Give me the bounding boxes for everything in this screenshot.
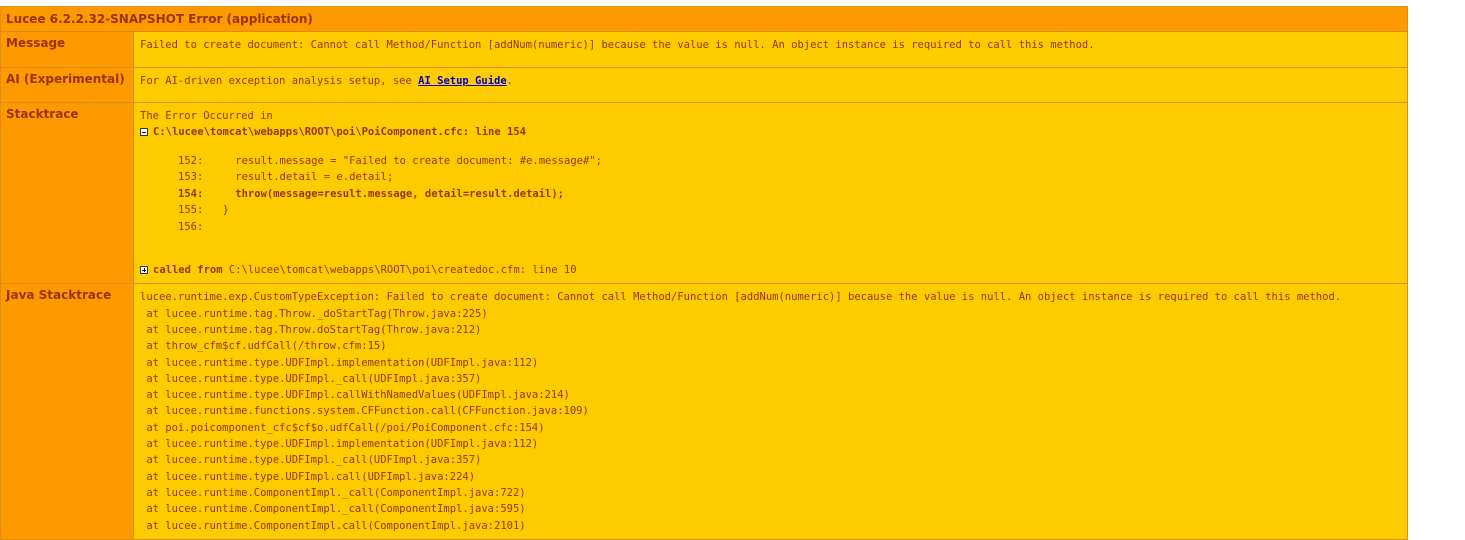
ai-label: AI (Experimental) (0, 67, 134, 103)
code-line: 156: (178, 219, 1402, 236)
java-stacktrace-line: at lucee.runtime.type.UDFImpl._call(UDFI… (140, 372, 482, 385)
java-stacktrace-content: lucee.runtime.exp.CustomTypeException: F… (133, 283, 1408, 540)
java-stacktrace-line: at lucee.runtime.type.UDFImpl.call(UDFIm… (140, 470, 476, 483)
ai-row: AI (Experimental) For AI-driven exceptio… (0, 67, 1408, 103)
plus-box-icon[interactable] (140, 266, 148, 275)
minus-box-icon[interactable] (140, 128, 148, 137)
java-stacktrace-line: at lucee.runtime.tag.Throw._doStartTag(T… (140, 307, 488, 320)
ai-suffix: . (506, 75, 513, 87)
ai-text: For AI-driven exception analysis setup, … (133, 67, 1408, 103)
java-stacktrace-line: at lucee.runtime.tag.Throw.doStartTag(Th… (140, 323, 482, 336)
java-stacktrace-row: Java Stacktrace lucee.runtime.exp.Custom… (0, 283, 1408, 540)
java-stacktrace-line: at lucee.runtime.ComponentImpl._call(Com… (140, 503, 526, 516)
java-stacktrace-line: at lucee.runtime.type.UDFImpl._call(UDFI… (140, 454, 482, 467)
ai-setup-guide-link[interactable]: AI Setup Guide (418, 75, 507, 87)
code-line-text: } (210, 204, 229, 217)
code-line-text: throw(message=result.message, detail=res… (210, 187, 565, 200)
java-stacktrace-line: at lucee.runtime.type.UDFImpl.callWithNa… (140, 389, 570, 402)
code-line-text: result.detail = e.detail; (210, 171, 394, 184)
code-excerpt: 152: result.message = "Failed to create … (178, 153, 1402, 236)
java-stacktrace-line: at lucee.runtime.ComponentImpl.call(Comp… (140, 519, 526, 532)
code-line-number: 153: (178, 171, 204, 184)
error-title: Lucee 6.2.2.32-SNAPSHOT Error (applicati… (0, 6, 1408, 32)
code-line-number: 156: (178, 220, 204, 233)
message-label: Message (0, 31, 134, 68)
java-stacktrace-line: at lucee.runtime.type.UDFImpl.implementa… (140, 356, 539, 369)
message-text: Failed to create document: Cannot call M… (133, 31, 1408, 68)
called-from-label: called from (153, 264, 223, 277)
stacktrace-intro: The Error Occurred in (140, 110, 273, 122)
java-stacktrace-line: at throw_cfm$cf.udfCall(/throw.cfm:15) (140, 340, 387, 353)
code-line-number: 155: (178, 204, 204, 217)
stacktrace-file: C:\lucee\tomcat\webapps\ROOT\poi\PoiComp… (153, 126, 526, 139)
code-line: 153: result.detail = e.detail; (178, 169, 1402, 186)
stacktrace-content: The Error Occurred in C:\lucee\tomcat\we… (133, 101, 1408, 285)
code-line: 154: throw(message=result.message, detai… (178, 186, 1402, 203)
code-line-text: result.message = "Failed to create docum… (210, 154, 602, 167)
ai-prefix: For AI-driven exception analysis setup, … (140, 75, 419, 87)
code-line-number: 152: (178, 154, 204, 167)
error-table: Lucee 6.2.2.32-SNAPSHOT Error (applicati… (0, 6, 1408, 540)
code-line: 155: } (178, 202, 1402, 219)
message-row: Message Failed to create document: Canno… (0, 31, 1408, 68)
java-stacktrace-line: at lucee.runtime.type.UDFImpl.implementa… (140, 438, 539, 451)
stacktrace-file-line: C:\lucee\tomcat\webapps\ROOT\poi\PoiComp… (140, 124, 1402, 140)
java-stacktrace-line: at lucee.runtime.functions.system.CFFunc… (140, 405, 589, 418)
java-stacktrace-line: at poi.poicomponent_cfc$cf$o.udfCall(/po… (140, 421, 545, 434)
java-stacktrace-line: at lucee.runtime.ComponentImpl._call(Com… (140, 486, 526, 499)
called-from-path: C:\lucee\tomcat\webapps\ROOT\poi\created… (222, 264, 577, 277)
code-line: 152: result.message = "Failed to create … (178, 153, 1402, 170)
error-panel: Lucee 6.2.2.32-SNAPSHOT Error (applicati… (0, 6, 1408, 540)
java-stacktrace-line: lucee.runtime.exp.CustomTypeException: F… (140, 291, 1342, 304)
stacktrace-row: Stacktrace The Error Occurred in C:\luce… (0, 101, 1408, 285)
called-from-line: called from C:\lucee\tomcat\webapps\ROOT… (140, 262, 1402, 278)
stacktrace-label: Stacktrace (0, 101, 134, 285)
java-stacktrace-label: Java Stacktrace (0, 283, 134, 540)
code-line-number: 154: (178, 187, 204, 200)
